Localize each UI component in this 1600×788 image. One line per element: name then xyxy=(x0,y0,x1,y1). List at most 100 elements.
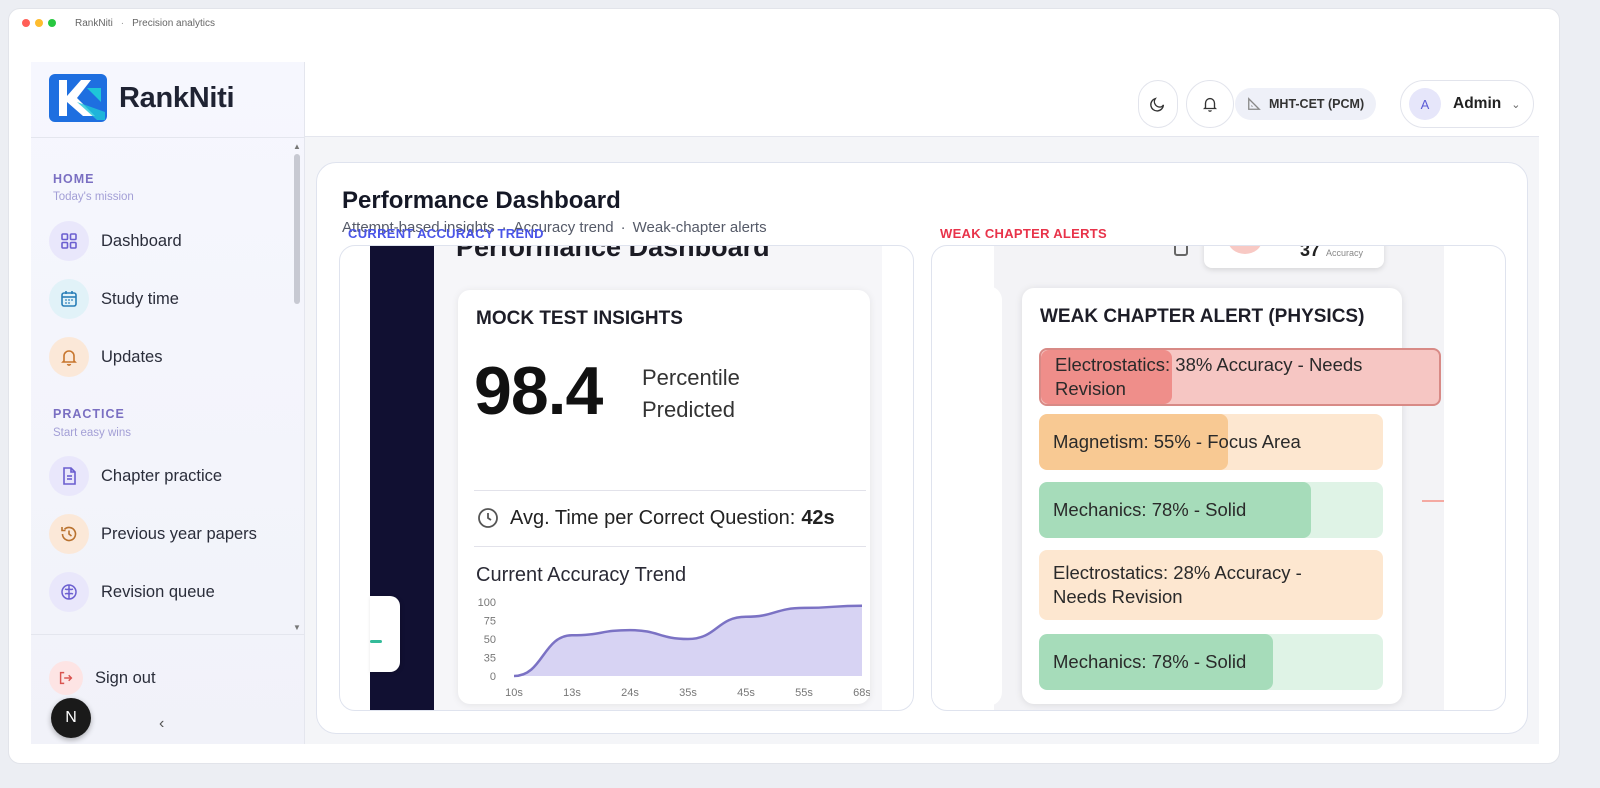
sidebar-item-dashboard[interactable]: Dashboard xyxy=(49,219,182,263)
alert-text: Mechanics: 78% - Solid xyxy=(1053,651,1247,672)
y-tick-label: 0 xyxy=(490,671,496,683)
insights-preview: Performance Dashboard MOCK TEST INSIGHTS… xyxy=(434,245,882,710)
trend-title: Current Accuracy Trend xyxy=(476,564,687,586)
sidebar-item-chapter-practice[interactable]: Chapter practice xyxy=(49,454,222,498)
document-icon xyxy=(49,456,89,496)
percentile-label: Percentile Predicted xyxy=(642,365,740,422)
avatar: A xyxy=(1409,88,1441,120)
brand-logo[interactable]: RankNiti xyxy=(47,72,235,124)
alerts-preview: 37 Accuracy WEAK CHAPTER ALERT (PHYSICS) … xyxy=(994,246,1444,710)
alert-item-red[interactable]: Electrostatics: 38% Accuracy - Needs Rev… xyxy=(1039,348,1441,406)
sidebar-footer: Sign out N ‹ xyxy=(31,634,305,744)
scrollbar-thumb[interactable] xyxy=(294,154,300,304)
sidebar-scrollbar[interactable]: ▲ ▼ xyxy=(293,142,301,632)
moon-icon xyxy=(1150,97,1165,112)
y-tick-label: 75 xyxy=(484,616,496,628)
percentile-value: 98.4 xyxy=(474,353,603,429)
section-subtitle-home: Today's mission xyxy=(53,191,134,203)
y-tick-label: 35 xyxy=(484,653,496,665)
minimize-window-button[interactable] xyxy=(35,19,43,27)
ruler-triangle-icon xyxy=(1248,97,1261,110)
app: RankNiti HOME Today's mission Dashboard … xyxy=(31,62,1539,744)
alert-item-orange[interactable]: Magnetism: 55% - Focus Area xyxy=(1039,414,1383,470)
sidebar-item-label: Previous year papers xyxy=(101,524,257,543)
sidebar-item-previous-year-papers[interactable]: Previous year papers xyxy=(49,512,257,556)
insights-title: MOCK TEST INSIGHTS xyxy=(476,308,683,329)
window-subtitle: Precision analytics xyxy=(132,17,215,29)
alerts-title: WEAK CHAPTER ALERT (PHYSICS) xyxy=(1040,306,1365,327)
alert-text: Electrostatics: 38% Accuracy - Needs Rev… xyxy=(1055,354,1363,399)
theme-toggle-button[interactable] xyxy=(1138,80,1178,128)
maximize-window-button[interactable] xyxy=(48,19,56,27)
exam-label: MHT-CET (PCM) xyxy=(1269,97,1365,111)
trend-area xyxy=(514,605,862,676)
top-header: MHT-CET (PCM) A Admin ⌄ xyxy=(305,62,1539,137)
n-badge-button[interactable]: N xyxy=(51,698,91,738)
performance-dashboard-card: Performance Dashboard Attempt-based insi… xyxy=(316,162,1528,734)
history-icon xyxy=(49,514,89,554)
sidebar: RankNiti HOME Today's mission Dashboard … xyxy=(31,62,305,744)
sidebar-item-label: Dashboard xyxy=(101,231,182,250)
user-name: Admin xyxy=(1453,95,1502,112)
weak-chapter-panel: 37 Accuracy WEAK CHAPTER ALERT (PHYSICS) … xyxy=(931,245,1506,711)
sidebar-item-study-time[interactable]: Study time xyxy=(49,277,179,321)
user-menu-button[interactable]: A Admin ⌄ xyxy=(1400,80,1534,128)
x-tick-label: 35s xyxy=(679,687,697,699)
x-tick-label: 24s xyxy=(621,687,639,699)
scroll-down-arrow-icon[interactable]: ▼ xyxy=(293,623,301,632)
x-tick-label: 55s xyxy=(795,687,813,699)
alert-item-orange[interactable]: Electrostatics: 28% Accuracy - Needs Rev… xyxy=(1039,550,1383,620)
weak-chapter-label: WEAK CHAPTER ALERTS xyxy=(940,226,1107,241)
sidebar-item-revision-queue[interactable]: Revision queue xyxy=(49,570,215,614)
accuracy-trend-label: CURRENT ACCURACY TREND xyxy=(348,226,544,241)
ranknititi-logo-icon xyxy=(49,74,107,122)
bell-icon xyxy=(49,337,89,377)
calendar-icon xyxy=(49,279,89,319)
close-window-button[interactable] xyxy=(22,19,30,27)
accuracy-trend-chart: 100 75 50 35 0 10s 13s 24s 35s 45s 55s 68s xyxy=(478,597,870,699)
sidebar-item-updates[interactable]: Updates xyxy=(49,335,162,379)
accuracy-mini-card: 37 Accuracy xyxy=(1174,246,1384,268)
sign-out-label: Sign out xyxy=(95,668,156,687)
window-title: RankNiti xyxy=(75,17,113,29)
accuracy-trend-panel: Performance Dashboard MOCK TEST INSIGHTS… xyxy=(339,245,914,711)
section-subtitle-practice: Start easy wins xyxy=(53,427,131,439)
weak-chapter-alert-card: WEAK CHAPTER ALERT (PHYSICS) Electrostat… xyxy=(1022,288,1441,704)
sidebar-item-label: Updates xyxy=(101,347,163,366)
alert-text: Mechanics: 78% - Solid xyxy=(1053,499,1247,520)
sign-out-button[interactable]: Sign out xyxy=(49,661,156,695)
section-title-practice: PRACTICE xyxy=(53,407,125,421)
sign-out-icon xyxy=(49,661,83,695)
section-title-home: HOME xyxy=(53,172,95,186)
scroll-up-arrow-icon[interactable]: ▲ xyxy=(293,142,301,151)
brain-icon xyxy=(49,572,89,612)
sidebar-item-label: Revision queue xyxy=(101,582,215,601)
x-tick-label: 45s xyxy=(737,687,755,699)
app-window: RankNiti · Precision analytics RankNiti … xyxy=(8,8,1560,764)
sidebar-preview xyxy=(370,246,434,710)
avg-time-row: Avg. Time per Correct Question: 42s xyxy=(476,506,835,530)
sidebar-item-label: Chapter practice xyxy=(101,466,223,485)
brand-name: RankNiti xyxy=(119,81,235,114)
alert-text: Magnetism: 55% - Focus Area xyxy=(1053,431,1301,452)
x-tick-label: 68s xyxy=(853,687,870,699)
x-tick-label: 10s xyxy=(505,687,523,699)
exam-selector[interactable]: MHT-CET (PCM) xyxy=(1235,88,1377,120)
collapse-sidebar-button[interactable]: ‹ xyxy=(159,715,164,733)
alert-item-green[interactable]: Mechanics: 78% - Solid xyxy=(1039,634,1383,690)
grid-icon xyxy=(49,221,89,261)
y-tick-label: 50 xyxy=(484,634,496,646)
clock-icon xyxy=(478,508,498,528)
y-tick-label: 100 xyxy=(478,597,496,609)
preview-title: Performance Dashboard xyxy=(456,245,770,262)
bell-icon xyxy=(1202,97,1218,112)
chevron-down-icon: ⌄ xyxy=(1511,98,1521,111)
sidebar-item-label: Study time xyxy=(101,289,179,308)
x-tick-label: 13s xyxy=(563,687,581,699)
mock-test-insights-card: MOCK TEST INSIGHTS 98.4 Percentile Predi… xyxy=(458,290,870,704)
title-bar: RankNiti · Precision analytics xyxy=(9,9,1559,37)
page-title: Performance Dashboard xyxy=(342,187,621,214)
notifications-button[interactable] xyxy=(1186,80,1234,128)
alert-text: Electrostatics: 28% Accuracy - Needs Rev… xyxy=(1053,562,1302,607)
alert-item-green[interactable]: Mechanics: 78% - Solid xyxy=(1039,482,1383,538)
